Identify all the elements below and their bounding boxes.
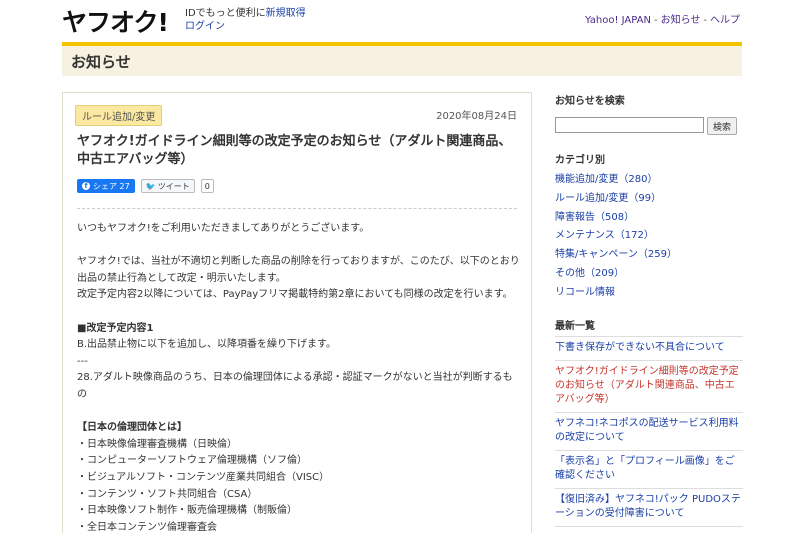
page-title: お知らせ (71, 53, 131, 71)
article-title: ヤフオク!ガイドライン細則等の改定予定のお知らせ（アダルト関連商品、中古エアバッ… (77, 134, 512, 167)
section-heading: 【日本の倫理団体とは】 (77, 422, 187, 434)
yahoo-japan-link[interactable]: Yahoo! JAPAN (585, 15, 651, 26)
list-item: ・コンテンツ・ソフト共同組合（CSA） (77, 488, 258, 500)
page-title-bar: お知らせ (62, 42, 742, 76)
category-item[interactable]: 障害報告（508） (555, 210, 677, 229)
body-line: 改定予定内容2以降については、PayPayフリマ掲載特約第2章においても同様の改… (77, 289, 513, 301)
category-item[interactable]: メンテナンス（172） (555, 228, 677, 247)
category-heading: カテゴリ別 (555, 155, 605, 166)
category-item[interactable]: ルール追加/変更（99） (555, 191, 677, 210)
body-line: B.出品禁止物に以下を追加し、以降項番を繰り下げます。 (77, 339, 337, 351)
latest-item[interactable]: 【復旧済み】ヤフネコ!パック PUDOステーションの受付障害について (555, 489, 743, 527)
divider (77, 208, 517, 209)
yahuoku-logo[interactable]: ヤフオク! (62, 3, 169, 39)
category-list: 機能追加/変更（280） ルール追加/変更（99） 障害報告（508） メンテナ… (555, 172, 677, 304)
list-item: ・コンピューターソフトウェア倫理機構（ソフ倫） (77, 455, 307, 467)
category-item[interactable]: 特集/キャンペーン（259） (555, 247, 677, 266)
search-heading: お知らせを検索 (555, 96, 625, 107)
list-item: ・全日本コンテンツ倫理審査会 (77, 521, 217, 533)
latest-list: 下書き保存ができない不具合について ヤフオク!ガイドライン細則等の改定予定のお知… (555, 336, 743, 527)
tweet-count: 0 (200, 179, 214, 193)
body-line: --- (77, 355, 88, 367)
section-heading: ■改定予定内容1 (77, 322, 154, 334)
body-line: いつもヤフオク!をご利用いただきましてありがとうございます。 (77, 223, 370, 234)
notice-link[interactable]: お知らせ (661, 15, 701, 26)
body-line: 28.アダルト映像商品のうち、日本の倫理団体による承認・認証マークがないと当社が… (77, 372, 513, 400)
list-item: ・日本映像倫理審査機構（日映倫） (77, 438, 237, 450)
latest-heading: 最新一覧 (555, 321, 595, 332)
category-item[interactable]: 機能追加/変更（280） (555, 172, 677, 191)
article-card: ルール追加/変更 2020年08月24日 ヤフオク!ガイドライン細則等の改定予定… (62, 92, 532, 533)
twitter-bird-icon: 🐦 (145, 181, 156, 191)
site-header: ヤフオク! IDでもっと便利に新規取得 ログイン Yahoo! JAPAN - お知… (0, 0, 800, 42)
latest-item-current[interactable]: ヤフオク!ガイドライン細則等の改定予定のお知らせ（アダルト関連商品、中古エアバッ… (555, 361, 743, 413)
latest-item[interactable]: ヤフネコ!ネコポスの配送サービス利用料の改定について (555, 413, 743, 451)
sidebar: お知らせを検索 検索 カテゴリ別 機能追加/変更（280） ルール追加/変更（9… (555, 92, 743, 527)
latest-item[interactable]: 下書き保存ができない不具合について (555, 337, 743, 361)
top-links: Yahoo! JAPAN - お知らせ - ヘルプ (585, 15, 740, 26)
list-item: ・日本映像ソフト制作・販売倫理機構（制販倫） (77, 505, 297, 517)
latest-item[interactable]: 「表示名」と「プロフィール画像」をご確認ください (555, 451, 743, 489)
login-link[interactable]: ログイン (185, 17, 225, 32)
search-input[interactable] (555, 117, 704, 133)
tweet-button[interactable]: 🐦 ツイート (140, 179, 195, 193)
tweet-label: ツイート (157, 181, 190, 191)
article-date: 2020年08月24日 (436, 111, 517, 122)
share-buttons: f シェア 27 🐦 ツイート 0 (77, 179, 214, 193)
list-item: ・ビジュアルソフト・コンテンツ産業共同組合（VISC） (77, 471, 330, 483)
facebook-icon: f (82, 182, 90, 190)
help-link[interactable]: ヘルプ (710, 15, 740, 26)
category-tag[interactable]: ルール追加/変更 (75, 105, 163, 126)
facebook-share-label: シェア 27 (93, 181, 130, 191)
search-button[interactable]: 検索 (707, 117, 738, 135)
body-line: ヤフオク!では、当社が不適切と判断した商品の削除を行っておりますが、このたび、以… (77, 256, 520, 284)
category-item[interactable]: リコール情報 (555, 285, 677, 304)
register-link[interactable]: 新規取得 (266, 8, 306, 19)
category-item[interactable]: その他（209） (555, 266, 677, 285)
article-body: いつもヤフオク!をご利用いただきましてありがとうございます。 ヤフオク!では、当… (77, 221, 522, 533)
search-form: 検索 (555, 117, 738, 135)
facebook-share-button[interactable]: f シェア 27 (77, 179, 135, 193)
